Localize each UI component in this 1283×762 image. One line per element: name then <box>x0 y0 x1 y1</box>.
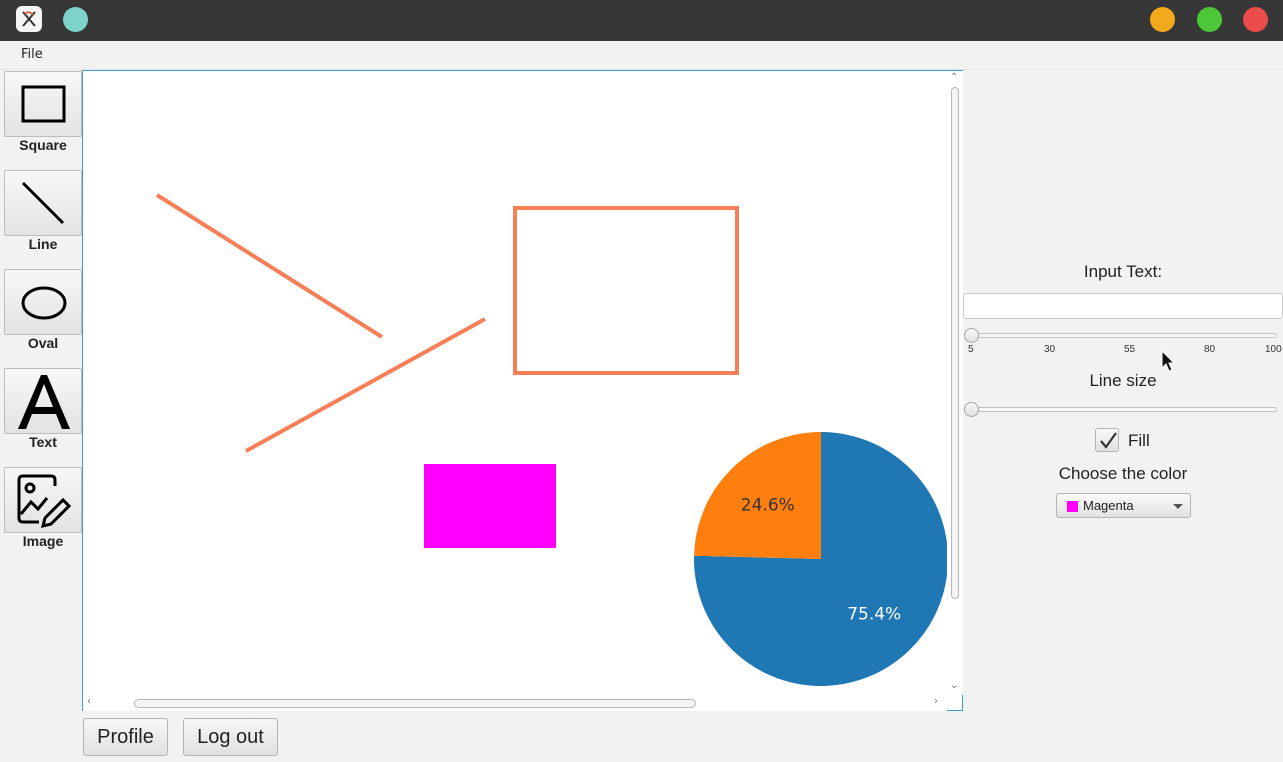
line-size-label: Line size <box>1089 371 1157 390</box>
slider-tick: 30 <box>1044 344 1056 355</box>
tool-square[interactable]: Square <box>4 71 82 169</box>
filled-rectangle[interactable] <box>424 464 556 548</box>
profile-button[interactable]: Profile <box>83 718 168 756</box>
image-tool-button[interactable] <box>4 467 82 533</box>
fill-label: Fill <box>1128 431 1150 450</box>
minimize-button[interactable] <box>1150 7 1175 32</box>
scroll-up-arrow-icon[interactable]: ⌃ <box>950 73 958 83</box>
maximize-button[interactable] <box>1197 7 1222 32</box>
input-text-label: Input Text: <box>1083 262 1163 281</box>
tool-label-line: Line <box>28 236 58 252</box>
tool-text[interactable]: Text <box>4 368 82 466</box>
line-size-slider-track[interactable] <box>971 407 1277 412</box>
drawing-canvas[interactable]: 75.4% 24.6% ⌃ ⌄ ‹ › <box>82 70 963 711</box>
properties-panel: Input Text: 5 30 55 80 100 Line size Fil… <box>963 71 1283 711</box>
square-tool-button[interactable] <box>4 71 82 137</box>
oval-icon <box>21 286 67 320</box>
fill-checkbox[interactable] <box>1095 428 1119 452</box>
horizontal-scrollbar[interactable]: ‹ › <box>83 695 947 711</box>
chevron-down-icon <box>1173 504 1183 509</box>
oval-tool-button[interactable] <box>4 269 82 335</box>
pie-chart[interactable]: 75.4% 24.6% <box>694 432 947 686</box>
slider-tick: 100 <box>1265 344 1282 355</box>
tool-label-text: Text <box>29 434 57 450</box>
checkmark-icon <box>1100 432 1117 449</box>
choose-color-label: Choose the color <box>1058 464 1188 483</box>
pie-slice-label: 75.4% <box>847 605 901 625</box>
horizontal-scroll-thumb[interactable] <box>134 699 696 708</box>
line-icon <box>21 181 65 225</box>
tool-line[interactable]: Line <box>4 170 82 268</box>
square-icon <box>21 85 66 123</box>
scroll-left-arrow-icon[interactable]: ‹ <box>87 697 91 707</box>
image-edit-icon <box>17 474 72 529</box>
mouse-cursor-icon <box>1161 350 1176 372</box>
color-swatch <box>1067 501 1078 512</box>
slider-tick: 80 <box>1204 344 1216 355</box>
title-bar <box>0 0 1283 41</box>
tool-image[interactable]: Image <box>4 467 82 565</box>
tool-label-image: Image <box>22 533 64 549</box>
scroll-right-arrow-icon[interactable]: › <box>934 697 938 707</box>
color-dropdown[interactable]: Magenta <box>1056 493 1191 518</box>
canvas-drawing: 75.4% 24.6% <box>155 193 947 686</box>
menu-bar: File <box>0 41 1283 70</box>
text-icon <box>18 375 70 429</box>
tool-palette: Square Line Oval Text Image <box>4 71 82 561</box>
text-input[interactable] <box>963 293 1283 319</box>
tool-oval[interactable]: Oval <box>4 269 82 367</box>
vertical-scrollbar[interactable]: ⌃ ⌄ <box>947 71 963 695</box>
logout-button[interactable]: Log out <box>183 718 278 756</box>
text-tool-button[interactable] <box>4 368 82 434</box>
tool-label-square: Square <box>19 137 67 153</box>
pie-slice-label: 24.6% <box>741 495 795 515</box>
color-dropdown-value: Magenta <box>1083 498 1134 513</box>
close-button[interactable] <box>1243 7 1268 32</box>
scroll-down-arrow-icon[interactable]: ⌄ <box>950 681 958 691</box>
drawn-line-2[interactable] <box>245 317 486 453</box>
app-icon <box>16 6 42 32</box>
vertical-scroll-thumb[interactable] <box>951 87 959 599</box>
slider-tick: 5 <box>968 344 974 355</box>
status-dot <box>63 7 88 32</box>
slider-tick: 55 <box>1124 344 1136 355</box>
line-tool-button[interactable] <box>4 170 82 236</box>
menu-file[interactable]: File <box>12 45 52 64</box>
drawn-line-1[interactable] <box>155 193 384 339</box>
line-size-slider-thumb[interactable] <box>964 402 979 417</box>
text-size-slider-thumb[interactable] <box>964 328 979 343</box>
tool-label-oval: Oval <box>27 335 59 351</box>
text-size-slider-track[interactable] <box>971 333 1277 338</box>
drawn-rectangle[interactable] <box>513 206 739 375</box>
